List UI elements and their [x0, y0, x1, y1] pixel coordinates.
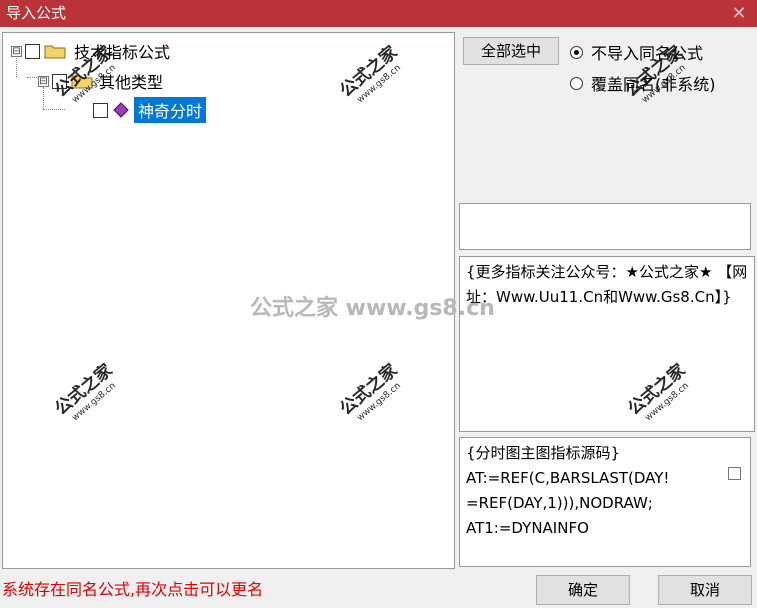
empty-field[interactable]	[459, 203, 751, 250]
radio-unselected-icon[interactable]	[570, 76, 583, 90]
folder-icon	[44, 45, 66, 59]
title-bar: 导入公式 ✕	[0, 0, 757, 27]
formula-icon	[113, 102, 129, 118]
info-text: {更多指标关注公众号：★公式之家★ 【网址：Www.Uu11.Cn和Www.Gs…	[466, 263, 748, 306]
tree-node-label-selected: 神奇分时	[134, 97, 207, 123]
info-textbox[interactable]: {更多指标关注公众号：★公式之家★ 【网址：Www.Uu11.Cn和Www.Gs…	[459, 256, 755, 432]
tree-guide-line	[43, 109, 65, 110]
source-code-textbox[interactable]: {分时图主图指标源码} AT:=REF(C,BARSLAST(DAY! =REF…	[459, 437, 751, 567]
status-message: 系统存在同名公式,再次点击可以更名	[2, 580, 264, 599]
source-line: =REF(DAY,1))),NODRAW;	[466, 494, 653, 512]
source-line: AT:=REF(C,BARSLAST(DAY!	[466, 469, 670, 487]
select-all-button[interactable]: 全部选中	[463, 37, 559, 65]
radio-selected-icon[interactable]	[570, 45, 583, 59]
collapse-icon[interactable]: ⊟	[11, 45, 22, 57]
source-line: AT1:=DYNAINFO	[466, 519, 589, 537]
source-line: {分时图主图指标源码}	[466, 444, 621, 462]
tree-checkbox[interactable]	[25, 43, 40, 59]
close-icon[interactable]: ✕	[729, 0, 749, 27]
tree-node-formula[interactable]: 神奇分时	[93, 97, 207, 123]
watermark-center: 公式之家 www.gs8.cn	[250, 296, 495, 321]
collapse-icon[interactable]: ⊟	[38, 75, 49, 87]
source-checkbox[interactable]	[728, 467, 741, 480]
tree-checkbox[interactable]	[93, 102, 108, 118]
cancel-button[interactable]: 取消	[658, 575, 752, 605]
ok-button[interactable]: 确定	[536, 575, 630, 605]
window-title: 导入公式	[6, 4, 67, 22]
